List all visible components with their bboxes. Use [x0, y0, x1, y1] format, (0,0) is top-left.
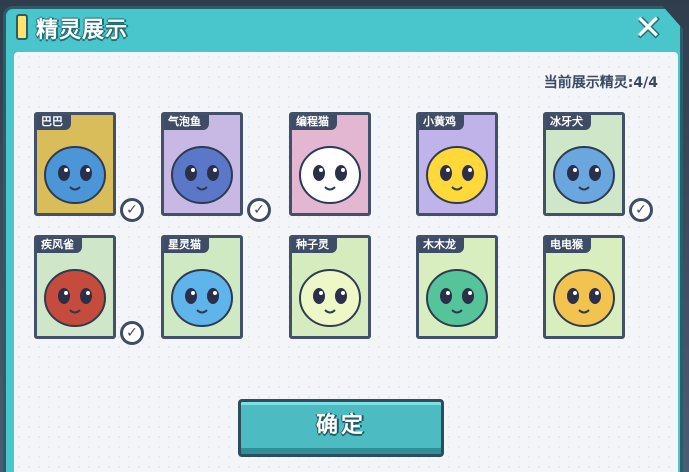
- confirm-button[interactable]: 确定: [238, 399, 444, 457]
- sprite-name-label: 气泡鱼: [164, 115, 209, 130]
- sprite-card[interactable]: 小黄鸡: [416, 112, 498, 216]
- sprite-card[interactable]: 星灵猫: [161, 235, 243, 339]
- sprite-card[interactable]: 巴巴: [34, 112, 116, 216]
- sprite-name-label: 巴巴: [37, 115, 71, 130]
- sprite-card[interactable]: 电电猴: [543, 235, 625, 339]
- sprite-card[interactable]: 疾风雀: [34, 235, 116, 339]
- sprite-card[interactable]: 木木龙: [416, 235, 498, 339]
- sprite-name-label: 小黄鸡: [419, 115, 464, 130]
- dialog-title: 精灵展示: [36, 18, 129, 43]
- sprite-name-label: 星灵猫: [164, 238, 209, 253]
- close-button[interactable]: ✕: [628, 10, 668, 46]
- sprite-name-label: 疾风雀: [37, 238, 82, 253]
- check-icon: ✓: [247, 198, 271, 222]
- sprite-name-label: 木木龙: [419, 238, 464, 253]
- sprite-name-label: 编程猫: [292, 115, 337, 130]
- sprite-name-label: 种子灵: [292, 238, 337, 253]
- confirm-button-label: 确定: [315, 413, 366, 438]
- sprite-card[interactable]: 编程猫: [289, 112, 371, 216]
- check-icon: ✓: [629, 198, 653, 222]
- display-count: 当前展示精灵:4/4: [543, 75, 658, 91]
- sprite-name-label: 冰牙犬: [546, 115, 591, 130]
- check-icon: ✓: [120, 198, 144, 222]
- sprite-card[interactable]: 冰牙犬: [543, 112, 625, 216]
- sprite-card[interactable]: 气泡鱼: [161, 112, 243, 216]
- sprite-name-label: 电电猴: [546, 238, 591, 253]
- check-icon: ✓: [120, 321, 144, 345]
- title-decoration: [16, 14, 28, 40]
- sprite-card[interactable]: 种子灵: [289, 235, 371, 339]
